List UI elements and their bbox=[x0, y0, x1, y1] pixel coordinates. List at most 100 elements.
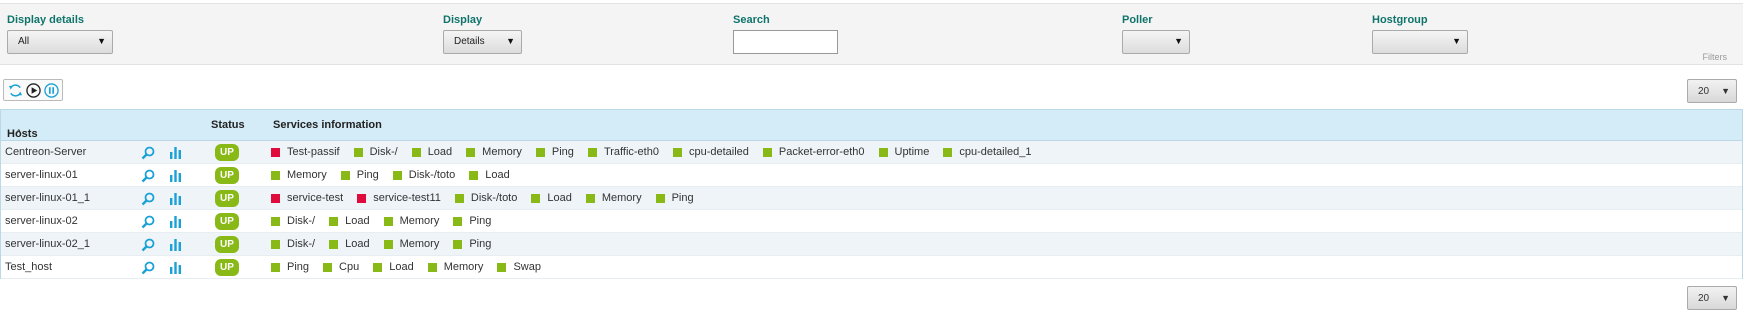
magnifier-icon[interactable] bbox=[141, 238, 155, 252]
host-name-link[interactable]: server-linux-02 bbox=[5, 215, 78, 227]
service-item[interactable]: Uptime bbox=[878, 146, 929, 158]
chevron-down-icon: ▼ bbox=[1721, 293, 1730, 303]
service-item[interactable]: Swap bbox=[497, 261, 541, 273]
service-item[interactable]: Load bbox=[373, 261, 414, 273]
service-item[interactable]: Memory bbox=[383, 215, 440, 227]
magnifier-icon[interactable] bbox=[141, 192, 155, 206]
service-item[interactable]: Load bbox=[329, 238, 370, 250]
service-item[interactable]: Test-passif bbox=[271, 146, 340, 158]
status-badge: UP bbox=[215, 144, 239, 161]
host-name-link[interactable]: Centreon-Server bbox=[5, 146, 86, 158]
service-item[interactable]: cpu-detailed bbox=[672, 146, 749, 158]
service-state-icon bbox=[672, 147, 682, 157]
status-column-header: Status bbox=[211, 119, 245, 131]
service-item[interactable]: Ping bbox=[340, 169, 379, 181]
hosts-services-grid: Hosts ^ Status Services information Cent… bbox=[0, 109, 1743, 279]
service-name: Memory bbox=[399, 215, 440, 227]
services-list: Ping Cpu Load Memory Swap bbox=[271, 261, 555, 273]
bar-chart-icon[interactable] bbox=[169, 192, 182, 205]
search-input[interactable] bbox=[733, 30, 838, 54]
service-item[interactable]: Load bbox=[531, 192, 572, 204]
search-label: Search bbox=[733, 14, 770, 26]
service-item[interactable]: Disk-/toto bbox=[392, 169, 455, 181]
service-state-icon bbox=[587, 147, 597, 157]
magnifier-icon[interactable] bbox=[141, 169, 155, 183]
service-item[interactable]: Memory bbox=[427, 261, 484, 273]
service-item[interactable]: service-test bbox=[271, 192, 343, 204]
grid-header: Hosts ^ Status Services information bbox=[1, 110, 1742, 141]
bar-chart-icon[interactable] bbox=[169, 238, 182, 251]
service-item[interactable]: Memory bbox=[383, 238, 439, 250]
service-item[interactable]: Disk-/ bbox=[353, 146, 398, 158]
service-item[interactable]: Ping bbox=[655, 192, 694, 204]
service-name: Memory bbox=[443, 261, 484, 273]
poller-select[interactable]: ▼ bbox=[1122, 30, 1190, 54]
service-item[interactable]: Traffic-eth0 bbox=[587, 146, 659, 158]
service-item[interactable]: Load bbox=[411, 146, 452, 158]
hostgroup-select[interactable]: ▼ bbox=[1372, 30, 1468, 54]
grid-body: Centreon-Server UP Test-passif Disk-/ Load Me… bbox=[1, 141, 1742, 279]
service-item[interactable]: Load bbox=[469, 169, 510, 181]
service-name: Disk-/ bbox=[287, 215, 316, 227]
chevron-down-icon: ▼ bbox=[1452, 36, 1461, 46]
service-state-icon bbox=[466, 147, 476, 157]
service-state-icon bbox=[762, 147, 772, 157]
service-state-icon bbox=[271, 239, 280, 249]
service-item[interactable]: Memory bbox=[271, 169, 327, 181]
display-select[interactable]: Details ▼ bbox=[443, 30, 522, 54]
bar-chart-icon[interactable] bbox=[169, 261, 182, 274]
table-row: Test_host UP Ping Cpu Load Memory Swap bbox=[1, 256, 1742, 279]
service-item[interactable]: Disk-/ bbox=[271, 215, 315, 227]
per-page-select-bottom[interactable]: 20 ▼ bbox=[1687, 286, 1737, 310]
filters-toggle-link[interactable]: Filters bbox=[1703, 52, 1728, 62]
display-details-select[interactable]: All ▼ bbox=[7, 30, 113, 54]
service-item[interactable]: Ping bbox=[535, 146, 574, 158]
service-item[interactable]: Disk-/ bbox=[271, 238, 315, 250]
host-name-link[interactable]: server-linux-01 bbox=[5, 169, 78, 181]
service-item[interactable]: Memory bbox=[466, 146, 522, 158]
service-item[interactable]: Disk-/toto bbox=[454, 192, 518, 204]
service-item[interactable]: Ping bbox=[453, 238, 491, 250]
service-item[interactable]: Packet-error-eth0 bbox=[762, 146, 865, 158]
magnifier-icon[interactable] bbox=[141, 215, 155, 229]
hostgroup-label: Hostgroup bbox=[1372, 14, 1428, 26]
service-state-icon bbox=[469, 170, 479, 180]
service-state-icon bbox=[943, 147, 953, 157]
service-name: Disk-/toto bbox=[470, 192, 518, 204]
hosts-header-label: Hosts bbox=[7, 128, 38, 140]
pause-icon[interactable] bbox=[43, 82, 59, 98]
poller-label: Poller bbox=[1122, 14, 1153, 26]
play-icon[interactable] bbox=[25, 82, 41, 98]
magnifier-icon[interactable] bbox=[141, 261, 155, 275]
service-item[interactable]: Ping bbox=[271, 261, 309, 273]
table-row: server-linux-02_1 UP Disk-/ Load Memory Ping bbox=[1, 233, 1742, 256]
refresh-icon[interactable] bbox=[7, 82, 23, 98]
service-name: Ping bbox=[469, 238, 492, 250]
magnifier-icon[interactable] bbox=[141, 146, 155, 160]
services-list: Disk-/ Load Memory Ping bbox=[271, 238, 505, 250]
service-item[interactable]: Cpu bbox=[323, 261, 359, 273]
service-name: Traffic-eth0 bbox=[603, 146, 659, 158]
bar-chart-icon[interactable] bbox=[169, 169, 182, 182]
chevron-down-icon: ▼ bbox=[1721, 86, 1730, 96]
table-row: server-linux-01 UP Memory Ping Disk-/toto Loa… bbox=[1, 164, 1742, 187]
bar-chart-icon[interactable] bbox=[169, 215, 182, 228]
service-state-icon bbox=[271, 170, 280, 180]
host-name-link[interactable]: server-linux-02_1 bbox=[5, 238, 90, 250]
service-item[interactable]: service-test11 bbox=[357, 192, 441, 204]
service-state-icon bbox=[878, 147, 888, 157]
service-name: Load bbox=[345, 215, 370, 227]
bar-chart-icon[interactable] bbox=[169, 146, 182, 159]
host-name-link[interactable]: server-linux-01_1 bbox=[5, 192, 90, 204]
poller-filter: Poller ▼ bbox=[1122, 14, 1190, 54]
host-name-link[interactable]: Test_host bbox=[5, 261, 52, 273]
service-item[interactable]: cpu-detailed_1 bbox=[943, 146, 1032, 158]
service-item[interactable]: Memory bbox=[585, 192, 642, 204]
service-name: cpu-detailed bbox=[688, 146, 749, 158]
service-state-icon bbox=[392, 170, 402, 180]
per-page-select-top[interactable]: 20 ▼ bbox=[1687, 79, 1737, 103]
display-value: Details bbox=[454, 36, 485, 47]
hosts-column-header[interactable]: Hosts ^ bbox=[7, 119, 38, 140]
service-item[interactable]: Load bbox=[329, 215, 370, 227]
service-item[interactable]: Ping bbox=[453, 215, 491, 227]
